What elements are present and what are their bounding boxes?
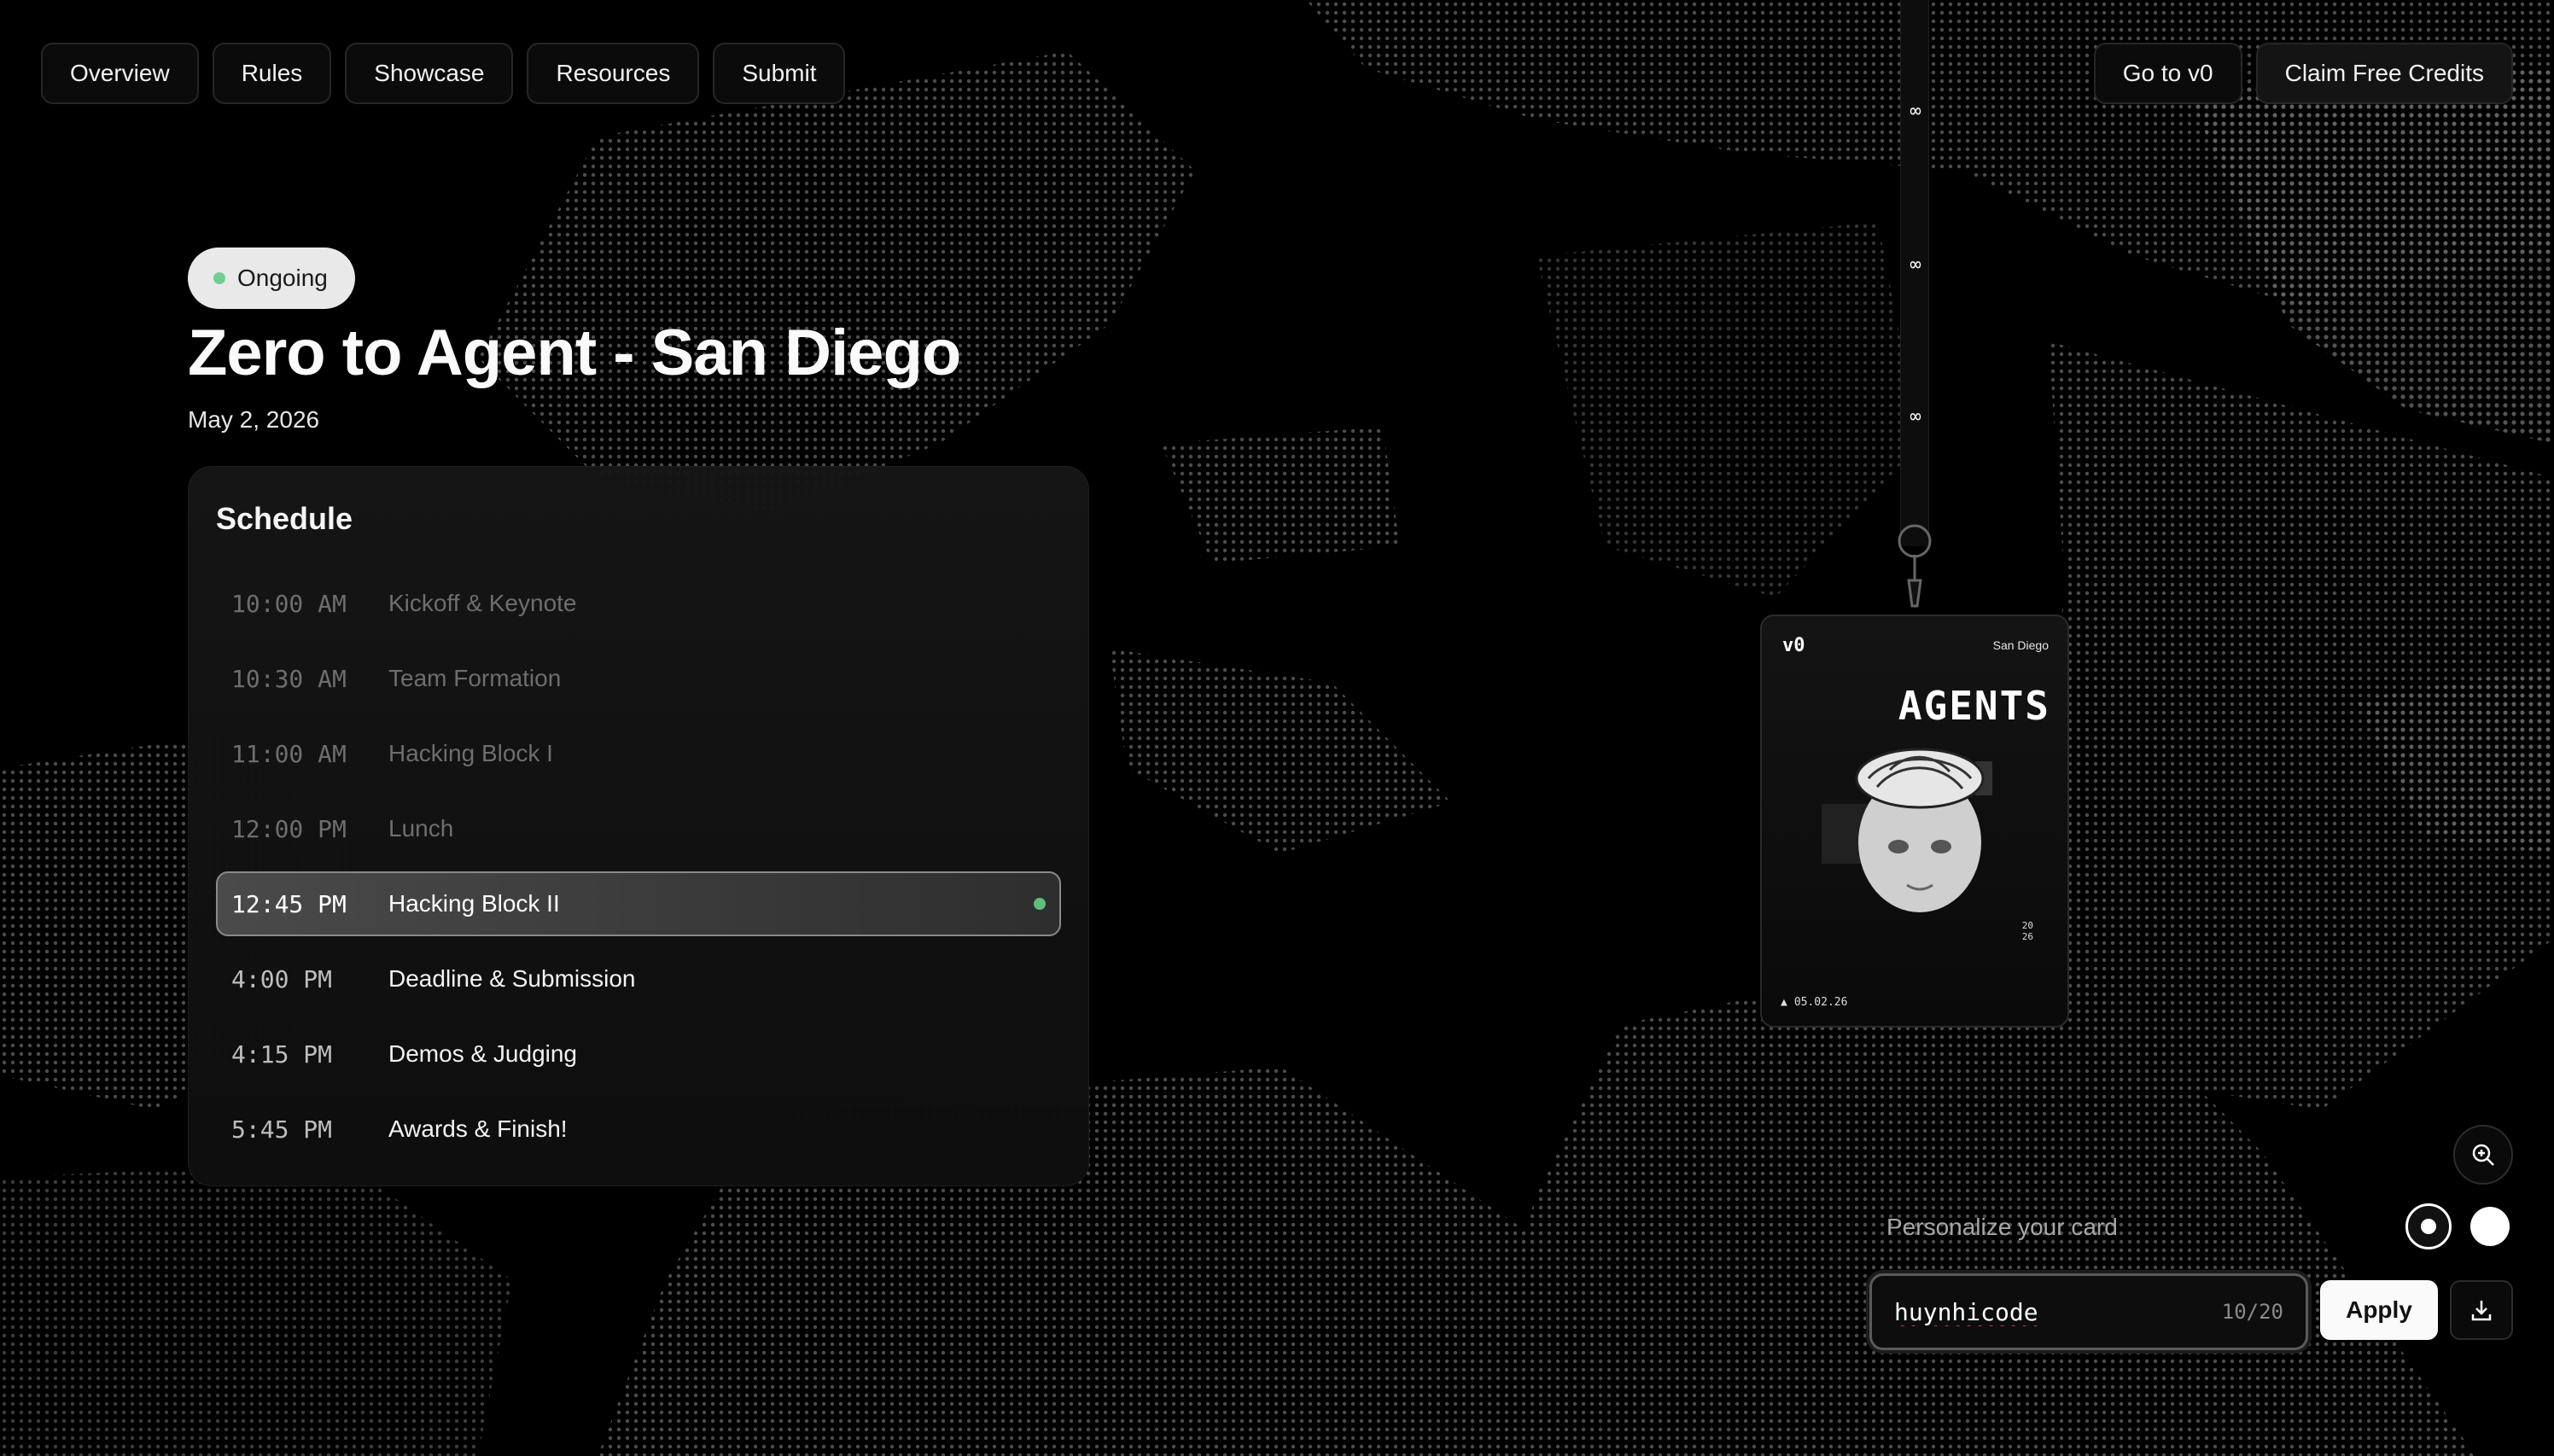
schedule-row: 12:00 PM Lunch (216, 796, 1061, 861)
lanyard-strap[interactable]: ∞ ∞ ∞ (1900, 0, 1929, 546)
head-sculpture-icon (1822, 748, 1992, 912)
selected-indicator (2421, 1219, 2436, 1234)
schedule-title: Schedule (216, 501, 353, 536)
nav-submit[interactable]: Submit (713, 43, 846, 104)
event-badge-card[interactable]: v0 San Diego AGENTS 20 26 ▲ 05.02.26 (1760, 614, 2069, 1028)
v0-logo-icon: ∞ (1910, 254, 1921, 276)
top-nav-left: Overview Rules Showcase Resources Submit (41, 43, 846, 104)
schedule-time: 10:00 AM (231, 589, 347, 618)
badge-city: San Diego (1992, 638, 2049, 652)
badge-title: AGENTS (1898, 683, 2050, 729)
zoom-in-icon (2472, 1144, 2494, 1166)
schedule-name: Demos & Judging (388, 1040, 578, 1067)
schedule-row: 4:15 PM Demos & Judging (216, 1022, 1061, 1086)
nav-resources[interactable]: Resources (527, 43, 700, 104)
char-counter: 10/20 (2221, 1300, 2283, 1324)
status-dot-icon (213, 272, 225, 284)
schedule-name: Awards & Finish! (388, 1115, 568, 1142)
nav-overview[interactable]: Overview (41, 43, 199, 104)
page-title: Zero to Agent - San Diego (188, 317, 961, 389)
claim-credits-button[interactable]: Claim Free Credits (2255, 43, 2513, 104)
schedule-name: Lunch (388, 815, 454, 842)
schedule-row: 5:45 PM Awards & Finish! (216, 1097, 1061, 1162)
lanyard-clip-icon (1898, 524, 1932, 608)
swatch-dark[interactable] (2405, 1203, 2452, 1249)
name-input-field: 10/20 (1869, 1273, 2308, 1350)
lanyard-pattern (1908, 154, 1923, 230)
status-label: Ongoing (237, 265, 328, 291)
schedule-time: 12:00 PM (231, 814, 347, 843)
download-button[interactable] (2450, 1280, 2513, 1340)
schedule-name: Hacking Block I (388, 740, 553, 766)
nav-rules[interactable]: Rules (212, 43, 332, 104)
schedule-time: 12:45 PM (231, 889, 347, 918)
event-date: May 2, 2026 (188, 406, 320, 433)
lanyard-pattern (1908, 9, 1923, 77)
schedule-name: Kickoff & Keynote (388, 590, 577, 616)
go-to-v0-button[interactable]: Go to v0 (2093, 43, 2242, 104)
badge-year: 20 26 (2021, 920, 2033, 942)
badge-date: ▲ 05.02.26 (1781, 996, 1848, 1009)
name-input[interactable] (1894, 1297, 2222, 1326)
schedule-time: 4:15 PM (231, 1040, 333, 1069)
badge-logo: v0 (1782, 635, 1805, 656)
schedule-row: 4:00 PM Deadline & Submission (216, 946, 1061, 1011)
schedule-row-current: 12:45 PM Hacking Block II (216, 871, 1061, 936)
swatch-light[interactable] (2470, 1207, 2510, 1246)
triangle-icon: ▲ (1781, 996, 1787, 1009)
schedule-name: Deadline & Submission (388, 965, 636, 992)
v0-logo-icon: ∞ (1910, 406, 1921, 428)
schedule-name: Hacking Block II (388, 890, 560, 917)
schedule-row: 10:30 AM Team Formation (216, 646, 1061, 711)
schedule-time: 4:00 PM (231, 964, 333, 993)
nav-showcase[interactable]: Showcase (345, 43, 514, 104)
download-icon (2471, 1301, 2492, 1321)
schedule-name: Team Formation (388, 665, 562, 691)
status-badge: Ongoing (188, 248, 355, 309)
personalize-label: Personalize your card (1886, 1214, 2118, 1240)
schedule-panel: Schedule 10:00 AM Kickoff & Keynote 10:3… (188, 466, 1089, 1186)
apply-button[interactable]: Apply (2320, 1280, 2438, 1340)
schedule-row: 10:00 AM Kickoff & Keynote (216, 571, 1061, 636)
v0-logo-icon: ∞ (1910, 101, 1921, 122)
schedule-list: 10:00 AM Kickoff & Keynote 10:30 AM Team… (216, 571, 1061, 1162)
schedule-row: 11:00 AM Hacking Block I (216, 721, 1061, 786)
schedule-time: 5:45 PM (231, 1115, 333, 1144)
live-indicator-icon (1034, 898, 1046, 910)
zoom-in-button[interactable] (2453, 1125, 2513, 1185)
top-nav-right: Go to v0 Claim Free Credits (2093, 43, 2513, 104)
lanyard-pattern (1908, 307, 1923, 384)
schedule-time: 10:30 AM (231, 664, 347, 693)
schedule-time: 11:00 AM (231, 739, 347, 768)
